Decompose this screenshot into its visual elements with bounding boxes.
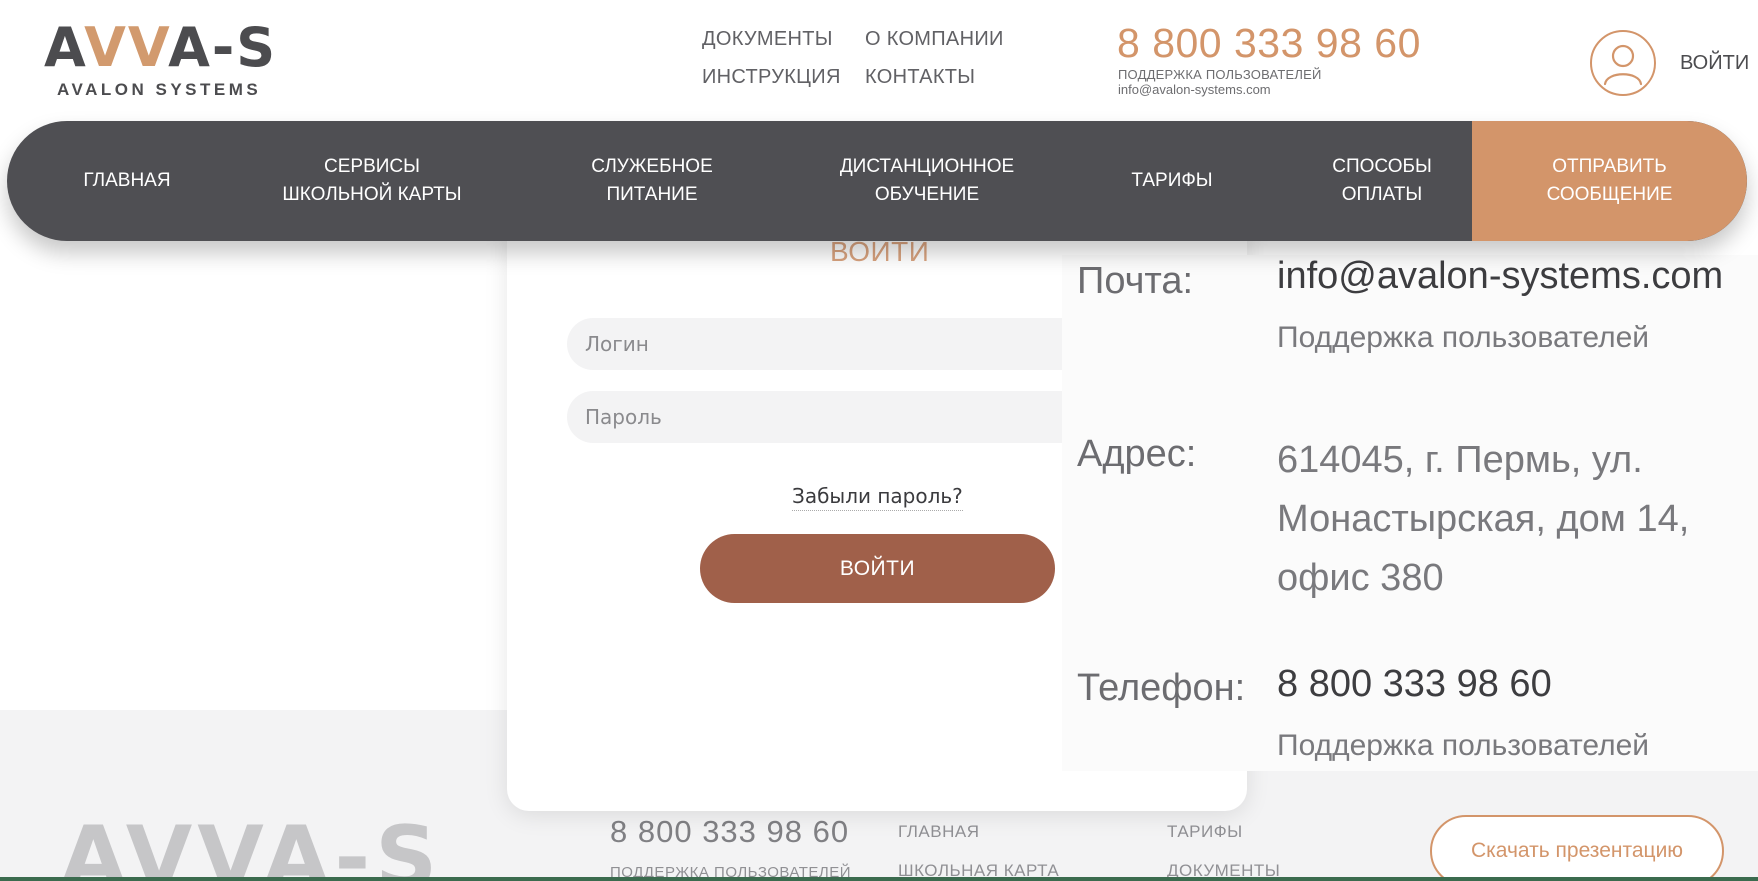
nav-item-label: СЛУЖЕБНОЕ ПИТАНИЕ: [591, 156, 713, 205]
nav-item-label: СЕРВИСЫ ШКОЛЬНОЙ КАРТЫ: [282, 156, 462, 205]
contact-mail-value[interactable]: info@avalon-systems.com: [1277, 255, 1723, 298]
user-icon-glyph: [1603, 44, 1643, 86]
nav-item-home[interactable]: ГЛАВНАЯ: [52, 121, 202, 241]
top-link-documents[interactable]: ДОКУМЕНТЫ: [702, 28, 833, 51]
user-icon[interactable]: [1590, 30, 1656, 96]
nav-item-payment-methods[interactable]: СПОСОБЫ ОПЛАТЫ: [1297, 121, 1467, 241]
top-link-about[interactable]: О КОМПАНИИ: [865, 28, 1004, 51]
nav-item-label: ОТПРАВИТЬ СООБЩЕНИЕ: [1546, 156, 1673, 205]
logo-subtitle: AVALON SYSTEMS: [57, 80, 262, 99]
header-support-label: ПОДДЕРЖКА ПОЛЬЗОВАТЕЛЕЙ: [1118, 67, 1322, 82]
contact-address-value: 614045, г. Пермь, ул. Монастырская, дом …: [1277, 431, 1689, 608]
footer-logo[interactable]: AVVA-S: [60, 808, 442, 881]
header-login-link[interactable]: ВОЙТИ: [1680, 52, 1749, 75]
logo-part1: A: [44, 16, 85, 79]
top-link-contacts[interactable]: КОНТАКТЫ: [865, 66, 975, 89]
password-input[interactable]: [567, 391, 1127, 443]
nav-item-staff-food[interactable]: СЛУЖЕБНОЕ ПИТАНИЕ: [557, 121, 747, 241]
contact-address-label: Адрес:: [1077, 433, 1197, 475]
nav-item-school-card-services[interactable]: СЕРВИСЫ ШКОЛЬНОЙ КАРТЫ: [257, 121, 487, 241]
header-phone[interactable]: 8 800 333 98 60: [1117, 20, 1421, 67]
contact-phone-label: Телефон:: [1077, 667, 1246, 709]
contact-mail-label: Почта:: [1077, 260, 1194, 302]
nav-item-label: ДИСТАНЦИОННОЕ ОБУЧЕНИЕ: [839, 156, 1015, 205]
contact-phone-note: Поддержка пользователей: [1277, 729, 1650, 762]
nav-item-label: ТАРИФЫ: [1131, 170, 1213, 191]
contact-phone-value[interactable]: 8 800 333 98 60: [1277, 663, 1552, 706]
login-input[interactable]: [567, 318, 1127, 370]
address-line: Монастырская, дом 14,: [1277, 498, 1690, 540]
logo[interactable]: AVVA-S: [44, 18, 277, 78]
logo-part2: A-S: [168, 16, 278, 79]
nav-item-label: ГЛАВНАЯ: [83, 170, 171, 191]
footer-link-tariffs[interactable]: ТАРИФЫ: [1167, 822, 1243, 842]
contact-panel: Почта: info@avalon-systems.com Поддержка…: [1062, 255, 1758, 771]
nav-item-label: СПОСОБЫ ОПЛАТЫ: [1332, 156, 1432, 205]
footer-link-home[interactable]: ГЛАВНАЯ: [898, 822, 979, 842]
download-presentation-button[interactable]: Скачать презентацию: [1430, 815, 1724, 881]
contact-mail-note: Поддержка пользователей: [1277, 321, 1650, 354]
address-line: 614045, г. Пермь, ул.: [1277, 439, 1643, 481]
logo-accent: VV: [84, 16, 169, 79]
nav-item-tariffs[interactable]: ТАРИФЫ: [1097, 121, 1247, 241]
bottom-edge-strip: [0, 877, 1758, 881]
top-link-instructions[interactable]: ИНСТРУКЦИЯ: [702, 66, 841, 89]
header-email[interactable]: info@avalon-systems.com: [1118, 82, 1271, 97]
forgot-password-link[interactable]: Забыли пароль?: [792, 484, 963, 511]
address-line: офис 380: [1277, 557, 1444, 599]
login-submit-button[interactable]: ВОЙТИ: [700, 534, 1055, 603]
nav-item-send-message[interactable]: ОТПРАВИТЬ СООБЩЕНИЕ: [1472, 121, 1747, 241]
footer-phone[interactable]: 8 800 333 98 60: [610, 814, 849, 850]
nav-item-distance-learning[interactable]: ДИСТАНЦИОННОЕ ОБУЧЕНИЕ: [812, 121, 1042, 241]
main-nav: ГЛАВНАЯ СЕРВИСЫ ШКОЛЬНОЙ КАРТЫ СЛУЖЕБНОЕ…: [7, 121, 1747, 241]
